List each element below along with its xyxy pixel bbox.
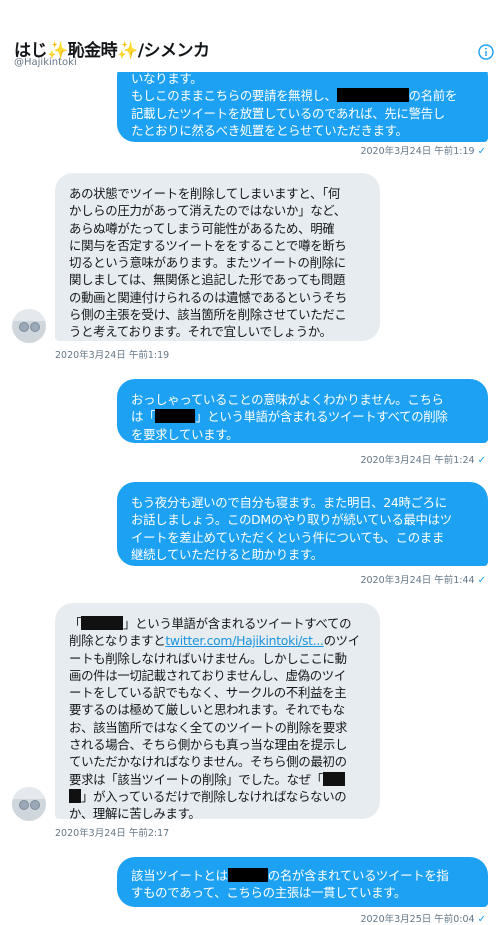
sender-avatar[interactable]: [12, 787, 46, 821]
message-line: うと考えております。それで宜しいでしょうか。: [69, 324, 332, 340]
message-bubble-incoming[interactable]: 「 」という単語が含まれるツイートすべての 削除となりますとtwitter.com…: [55, 603, 380, 822]
check-icon: ✓: [477, 455, 486, 466]
redaction-block: [227, 868, 268, 882]
message-line: お話しましょう。このDMのやり取りが続いている最中はツ: [131, 512, 452, 528]
message-bubble-outgoing[interactable]: おっしゃっていることの意味がよくわかりません。こちら は「 」という単語が含まれる…: [117, 379, 488, 443]
message-text: 削除となりますと: [69, 633, 166, 649]
message-text: の名が含まれているツイートを指: [267, 868, 449, 883]
avatar-eye: [19, 800, 29, 810]
redaction-block: [69, 788, 81, 803]
message-line: たとおりに然るべき処置をとらせていただきます。: [131, 122, 408, 138]
message-bubble-outgoing[interactable]: もう夜分も遅いので自分も寝ます。また明日、24時ごろに お話しましょう。このDM…: [117, 482, 488, 566]
message-line: を要求しています。: [131, 426, 239, 442]
message-text: 」という単語が含まれるツイートすべての削除: [195, 409, 448, 425]
message-line: お、該当箇所ではなく全てのツイートの削除を要求: [69, 719, 348, 735]
avatar-hair: [12, 787, 46, 799]
info-icon[interactable]: [478, 44, 494, 60]
conversation-handle[interactable]: @Hajikintoki: [14, 57, 77, 68]
message-timestamp: 2020年3月24日 午前2:17: [55, 828, 170, 839]
message-line: ートも削除しなければいけません。しかしここに動: [69, 650, 347, 666]
message-timestamp: 2020年3月24日 午前1:19: [55, 350, 170, 361]
message-timestamp: 2020年3月24日 午前1:19 ✓: [360, 143, 486, 157]
message-line: 該当ツイートとは の名が含まれているツイートを指: [131, 867, 474, 884]
message-line: は「 」という単語が含まれるツイートすべての削除: [131, 408, 474, 425]
message-text: 「: [69, 616, 82, 631]
check-icon: ✓: [477, 914, 486, 925]
message-text: の名前を: [408, 88, 458, 104]
message-line: 削除となりますとtwitter.com/Hajikintoki/st...のツイ: [69, 632, 366, 649]
timestamp-text: 2020年3月25日 午前0:04: [360, 914, 475, 925]
message-line: ートをしている訳でもなく、サークルの不利益を主: [69, 685, 347, 701]
message-line: される場合、そちら側からも真っ当な理由を提示し: [69, 737, 348, 753]
avatar-hair: [12, 309, 46, 321]
message-line: 」が入っているだけで削除しなければならないの: [69, 788, 366, 805]
message-line: の動画と関連付けられるのは遺憾であるというそち: [69, 289, 347, 305]
message-timestamp: 2020年3月25日 午前0:04 ✓: [360, 911, 486, 925]
check-icon: ✓: [477, 575, 486, 586]
message-text: 」という単語が含まれるツイートすべての: [123, 616, 352, 631]
message-timestamp: 2020年3月24日 午前1:44 ✓: [360, 572, 486, 586]
message-line: 関しましては、無関係と追記した形であっても問題: [69, 272, 346, 288]
timestamp-text: 2020年3月24日 午前1:44: [360, 575, 475, 586]
message-line: 記載したツイートを放置しているのであれば、先に警告し: [131, 105, 445, 121]
message-line: 継続していただけると助かります。: [131, 546, 323, 562]
avatar-eye: [30, 800, 40, 810]
message-line: 切るという意味があります。またツイートの削除に: [69, 255, 346, 271]
message-line: 要するのは極めて厳しいと思われます。それでもな: [69, 702, 345, 718]
redaction-block: [81, 616, 124, 630]
message-text: 該当ツイートとは: [131, 868, 228, 883]
avatar-eye: [19, 322, 29, 332]
message-text: は「: [131, 409, 156, 425]
redaction-block: [155, 409, 196, 424]
redaction-block: [322, 771, 345, 786]
message-line: あらぬ噂がたってしまう可能性があるため、明確: [69, 220, 335, 236]
message-line: すものであって、こちらの主張は一貫しています。: [131, 885, 407, 901]
message-line: ら側の主張を受け、該当箇所を削除させていただこ: [69, 307, 347, 323]
message-line: 要求は「該当ツイートの削除」でした。なぜ「: [69, 771, 366, 788]
message-line: もう夜分も遅いので自分も寝ます。また明日、24時ごろに: [131, 495, 447, 510]
redaction-block: [336, 88, 409, 103]
message-text: のツイ: [323, 633, 361, 649]
message-line: か、理解に苦しみます。: [69, 806, 201, 822]
check-icon: ✓: [477, 146, 486, 157]
message-line: いなります。: [131, 71, 203, 86]
sender-avatar[interactable]: [12, 309, 46, 343]
message-bubble-incoming[interactable]: あの状態でツイートを削除してしまいますと、「何 かしらの圧力があって消えたのでは…: [55, 173, 380, 341]
message-line: あの状態でツイートを削除してしまいますと、「何: [69, 186, 341, 201]
conversation-header: はじ✨恥金時✨/シメンカ @Hajikintoki: [0, 0, 500, 72]
message-line: イートを差止めていただくという件についても、このまま: [131, 529, 444, 545]
message-text: 要求は「該当ツイートの削除」でした。なぜ「: [69, 771, 323, 787]
message-line: もしこのままこちらの要請を無視し、 の名前を: [131, 87, 474, 104]
message-bubble-outgoing[interactable]: 該当ツイートとは の名が含まれているツイートを指 すものであって、こちらの主張は一…: [117, 857, 488, 907]
message-line: に関与を否定するツイートををすることで噂を断ち: [69, 237, 347, 253]
avatar-eye: [30, 322, 40, 332]
timestamp-text: 2020年3月24日 午前1:19: [360, 146, 475, 157]
message-line: ていただかなければなりません。そちら側の最初の: [69, 754, 347, 770]
message-timestamp: 2020年3月24日 午前1:24 ✓: [360, 452, 486, 466]
message-line: かしらの圧力があって消えたのではないか」など、: [69, 203, 346, 219]
message-text: もしこのままこちらの要請を無視し、: [131, 88, 337, 104]
tweet-link[interactable]: twitter.com/Hajikintoki/st...: [165, 633, 324, 648]
message-line: 画の件は一切記載されておりませんし、虚偽のツイ: [69, 667, 346, 683]
timestamp-text: 2020年3月24日 午前1:24: [360, 455, 475, 466]
message-line: おっしゃっていることの意味がよくわかりません。こちら: [131, 392, 444, 407]
message-line: 「 」という単語が含まれるツイートすべての: [69, 615, 366, 632]
message-text: 」が入っているだけで削除しなければならないの: [81, 788, 347, 804]
